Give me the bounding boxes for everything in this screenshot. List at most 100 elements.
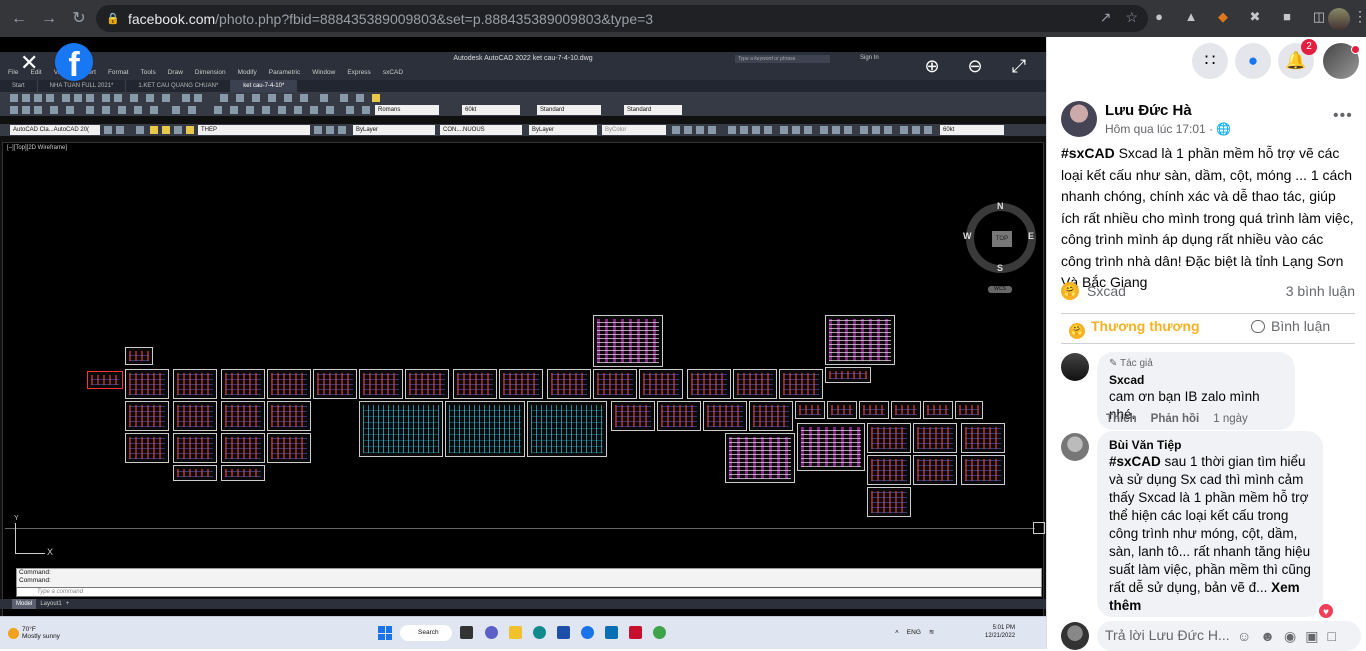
drawing-sheet [593, 315, 663, 367]
back-icon[interactable]: ← [8, 8, 30, 30]
facebook-logo-icon[interactable]: f [55, 43, 93, 81]
browser-toolbar: ← → ↻ 🔒 facebook.com/photo.php?fbid=8884… [0, 0, 1366, 37]
url-text: facebook.com/photo.php?fbid=888435389009… [128, 11, 653, 27]
drawing-sheet [267, 401, 311, 431]
autocad-menu-item: Modify [237, 69, 257, 76]
drawing-sheet [359, 369, 403, 399]
zoom-in-icon[interactable]: ⊕ [919, 53, 945, 79]
post-author-avatar[interactable] [1061, 101, 1097, 137]
ucs-y-label: Y [14, 515, 19, 522]
side-panel-icon[interactable]: ◫ [1310, 8, 1328, 26]
extension-shield-icon[interactable]: ▲ [1182, 8, 1200, 26]
author-badge: ✎ Tác giả [1109, 358, 1283, 370]
drawing-sheet [923, 401, 953, 419]
reactor-name[interactable]: Sxcad [1087, 283, 1126, 299]
address-bar[interactable]: 🔒 facebook.com/photo.php?fbid=8884353890… [96, 5, 1148, 32]
more-options-icon[interactable]: ••• [1333, 107, 1353, 125]
wifi-icon: ≋ [928, 629, 935, 636]
drawing-sheet [125, 401, 169, 431]
autocad-taskbar-icon [629, 626, 642, 639]
comment-like-button[interactable]: Thích [1106, 413, 1137, 425]
pencil-icon: ✎ [1109, 358, 1118, 369]
post-timestamp[interactable]: Hôm qua lúc 17:01 · 🌐 [1105, 122, 1231, 136]
messenger-icon[interactable]: ● [1235, 43, 1271, 79]
forward-icon[interactable]: → [38, 8, 60, 30]
reply-box: ☺ ☻ ◉ ▣ □ [1097, 621, 1361, 651]
comment-author[interactable]: Sxcad [1109, 372, 1283, 388]
drawing-sheet [173, 433, 217, 463]
drawing-sheet [795, 401, 825, 419]
drawing-sheet [955, 401, 983, 419]
reply-input[interactable] [1105, 627, 1229, 643]
metamask-fox-icon[interactable]: ◆ [1214, 8, 1232, 26]
camera-icon[interactable]: ◉ [1284, 628, 1296, 645]
account-alert-dot [1351, 45, 1360, 54]
drawing-sheet [221, 401, 265, 431]
post-author-name[interactable]: Lưu Đức Hà [1105, 102, 1192, 119]
viewcube-north: N [997, 201, 1004, 211]
post-hashtag[interactable]: #sxCAD [1061, 145, 1115, 161]
close-icon[interactable]: ✕ [20, 52, 38, 74]
autocad-tablestyle-field: Standard [537, 105, 601, 115]
extensions-puzzle-icon[interactable]: ■ [1278, 8, 1296, 26]
drawing-sheet [405, 369, 449, 399]
viewcube-wcs-menu: WCS [988, 286, 1012, 293]
drawing-sheet [797, 423, 865, 471]
sun-icon [8, 627, 19, 639]
divider [1061, 343, 1355, 344]
comment-avatar[interactable] [1061, 353, 1089, 381]
autocad-sign-in: Sign In [860, 55, 879, 61]
drawing-sheet [453, 369, 497, 399]
browser-menu-icon[interactable]: ⋮ [1353, 8, 1366, 25]
autocad-layers-toolbar: AutoCAD Cla...AutoCAD 20( THEP ByLayer C… [0, 124, 1046, 136]
drawing-sheet [527, 401, 607, 457]
comment-avatar[interactable] [1061, 433, 1089, 461]
layout-tab-layout1: Layout1 [40, 601, 62, 607]
drawing-sheet [913, 423, 957, 453]
taskbar-search: Search [400, 625, 452, 641]
love-reaction-icon[interactable]: ♥ [1317, 602, 1335, 620]
comment-icon [1251, 320, 1265, 333]
autocad-drawing-area: [–][Top][2D Wireframe] TOP N S E W WCS Y… [2, 142, 1045, 617]
browser-profile-avatar[interactable] [1328, 8, 1350, 30]
menu-grid-icon[interactable]: ∷ [1192, 43, 1228, 79]
drawing-sheet [779, 369, 823, 399]
drawing-sheet [657, 401, 701, 431]
care-reaction-button[interactable]: 🤗 Thương thương [1069, 318, 1200, 339]
comment-time[interactable]: 1 ngày [1213, 413, 1248, 425]
bookmark-star-icon[interactable]: ☆ [1125, 9, 1138, 26]
drawing-sheet [125, 433, 169, 463]
comment-author[interactable]: Bùi Văn Tiệp [1109, 437, 1311, 453]
comment-count[interactable]: 3 bình luận [1286, 283, 1355, 299]
extension-x-icon[interactable]: ✖ [1246, 8, 1264, 26]
autocad-menu-item: Draw [167, 69, 183, 76]
gif-icon[interactable]: ▣ [1305, 628, 1318, 645]
system-tray: ˄ ENG ≋ [895, 626, 934, 639]
comment-reply-button[interactable]: Phản hồi [1151, 413, 1200, 425]
drawing-sheet [267, 369, 311, 399]
layout-tab-model: Model [12, 599, 37, 609]
autocad-scale-field: 60kt [940, 125, 1004, 135]
reload-icon[interactable]: ↻ [68, 8, 90, 30]
avatar-sticker-icon[interactable]: ☺ [1237, 628, 1251, 645]
fullscreen-icon[interactable]: ⤢ [1006, 53, 1032, 79]
emoji-icon[interactable]: ☻ [1260, 628, 1275, 645]
drawing-sheet [725, 433, 795, 483]
comment-button[interactable]: Bình luận [1251, 318, 1330, 334]
lock-icon[interactable]: 🔒 [106, 12, 120, 25]
sticker-icon[interactable]: □ [1327, 628, 1335, 645]
autocad-menu-item: Format [107, 69, 129, 76]
drawing-sheet [87, 371, 123, 389]
zoom-out-icon[interactable]: ⊖ [962, 53, 988, 79]
extension-key-icon[interactable]: ● [1150, 8, 1168, 26]
viewcube-south: S [997, 263, 1004, 273]
windows-start-icon [378, 626, 392, 640]
url-path: /photo.php?fbid=888435389009803&set=p.88… [215, 10, 654, 27]
edge-icon [533, 626, 546, 639]
chrome-icon [581, 626, 594, 639]
viewcube-east: E [1028, 231, 1035, 241]
share-icon[interactable]: ↗ [1100, 9, 1112, 26]
autocad-file-tab: Start [0, 80, 38, 92]
comment-hashtag[interactable]: #sxCAD [1109, 454, 1161, 469]
extensions-bar: ● ▲ ◆ ✖ ■ ◫ [1150, 8, 1328, 26]
